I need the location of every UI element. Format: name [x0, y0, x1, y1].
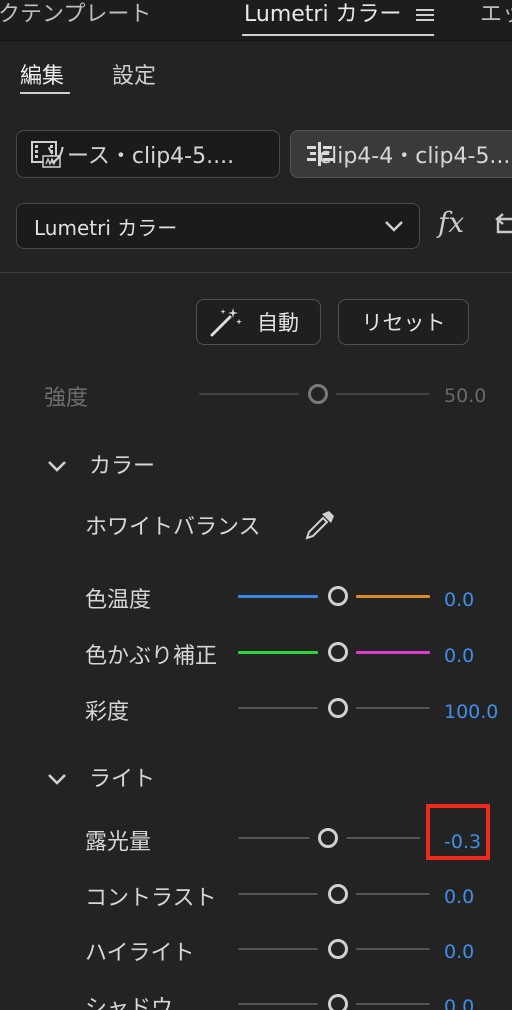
sequence-clip-label: clip4-4・clip4-5....: [319, 144, 512, 169]
highlights-label: ハイライト: [85, 941, 195, 966]
exposure-value-highlight-box: [426, 804, 490, 860]
intensity-label: 強度: [44, 386, 89, 411]
shadows-track-left: [238, 1003, 318, 1005]
shadows-value[interactable]: 0.0: [444, 996, 474, 1010]
reset-button[interactable]: リセット: [338, 299, 469, 345]
source-clip-selector[interactable]: ソース・clip4-5....: [16, 130, 280, 178]
tab-edit[interactable]: 編集: [20, 58, 64, 90]
saturation-track-left: [238, 707, 318, 709]
shadows-slider-knob[interactable]: [328, 994, 348, 1010]
intensity-track-left: [199, 393, 299, 395]
saturation-track-right: [356, 707, 430, 709]
contrast-track-right: [356, 893, 430, 895]
panel-tab-bar: クテンプレート Lumetri カラー エッ: [0, 0, 512, 41]
source-clip-label: ソース・clip4-5....: [45, 144, 235, 169]
edit-tab-indicator: [20, 92, 70, 94]
tint-slider-knob[interactable]: [328, 642, 348, 662]
exposure-label: 露光量: [85, 830, 152, 855]
saturation-label: 彩度: [85, 700, 130, 725]
exposure-slider-knob[interactable]: [318, 828, 338, 848]
tint-value[interactable]: 0.0: [444, 645, 474, 667]
contrast-slider-knob[interactable]: [328, 884, 348, 904]
intensity-slider-knob[interactable]: [308, 384, 328, 404]
temperature-label: 色温度: [85, 588, 152, 613]
effect-dropdown-value: Lumetri カラー: [34, 215, 178, 240]
highlights-value[interactable]: 0.0: [444, 941, 474, 963]
eyedropper-icon[interactable]: [303, 508, 337, 542]
tint-label: 色かぶり補正: [85, 644, 218, 669]
tab-essential-graphics[interactable]: クテンプレート: [0, 0, 151, 40]
chevron-down-icon: [48, 461, 66, 472]
exposure-track-left: [238, 837, 310, 839]
shadows-track-right: [356, 1003, 430, 1005]
tab-effects[interactable]: エッ: [480, 0, 512, 40]
contrast-track-left: [238, 893, 318, 895]
panel-menu-icon[interactable]: [416, 6, 434, 22]
temperature-track-warm: [356, 595, 430, 598]
chevron-down-icon: [48, 774, 66, 785]
lumetri-color-panel: クテンプレート Lumetri カラー エッ 編集 設定 ソース・clip4-5…: [0, 0, 512, 1010]
tab-settings[interactable]: 設定: [112, 58, 156, 90]
sequence-clip-selector[interactable]: clip4-4・clip4-5....: [290, 130, 512, 178]
white-balance-label: ホワイトバランス: [85, 515, 261, 540]
light-section-header[interactable]: ライト: [46, 761, 155, 793]
fx-toggle-icon[interactable]: fx: [438, 206, 464, 239]
temperature-slider-knob[interactable]: [328, 586, 348, 606]
contrast-value[interactable]: 0.0: [444, 886, 474, 908]
saturation-value[interactable]: 100.0: [444, 701, 498, 723]
saturation-slider-knob[interactable]: [328, 698, 348, 718]
chevron-down-icon: [385, 221, 403, 232]
shadows-label: シャドウ: [85, 996, 174, 1010]
light-section-title: ライト: [89, 767, 156, 792]
magic-wand-icon: [210, 308, 242, 337]
effect-dropdown[interactable]: Lumetri カラー: [16, 203, 420, 249]
highlights-slider-knob[interactable]: [328, 939, 348, 959]
highlights-track-left: [238, 948, 318, 950]
intensity-track-right: [336, 393, 429, 395]
temperature-track-cool: [238, 595, 318, 598]
auto-button-label: 自動: [257, 311, 299, 335]
tint-track-green: [238, 651, 318, 654]
intensity-value[interactable]: 50.0: [444, 385, 486, 407]
auto-button[interactable]: 自動: [196, 299, 321, 345]
reset-button-label: リセット: [361, 311, 446, 335]
tint-track-magenta: [356, 651, 430, 654]
active-tab-indicator: [242, 34, 434, 36]
color-section-header[interactable]: カラー: [46, 448, 155, 480]
contrast-label: コントラスト: [85, 886, 217, 911]
color-section-title: カラー: [89, 454, 156, 479]
highlights-track-right: [356, 948, 430, 950]
header-divider: [0, 272, 512, 273]
exposure-track-right: [346, 837, 420, 839]
temperature-value[interactable]: 0.0: [444, 589, 474, 611]
reset-effect-icon[interactable]: [494, 210, 512, 240]
